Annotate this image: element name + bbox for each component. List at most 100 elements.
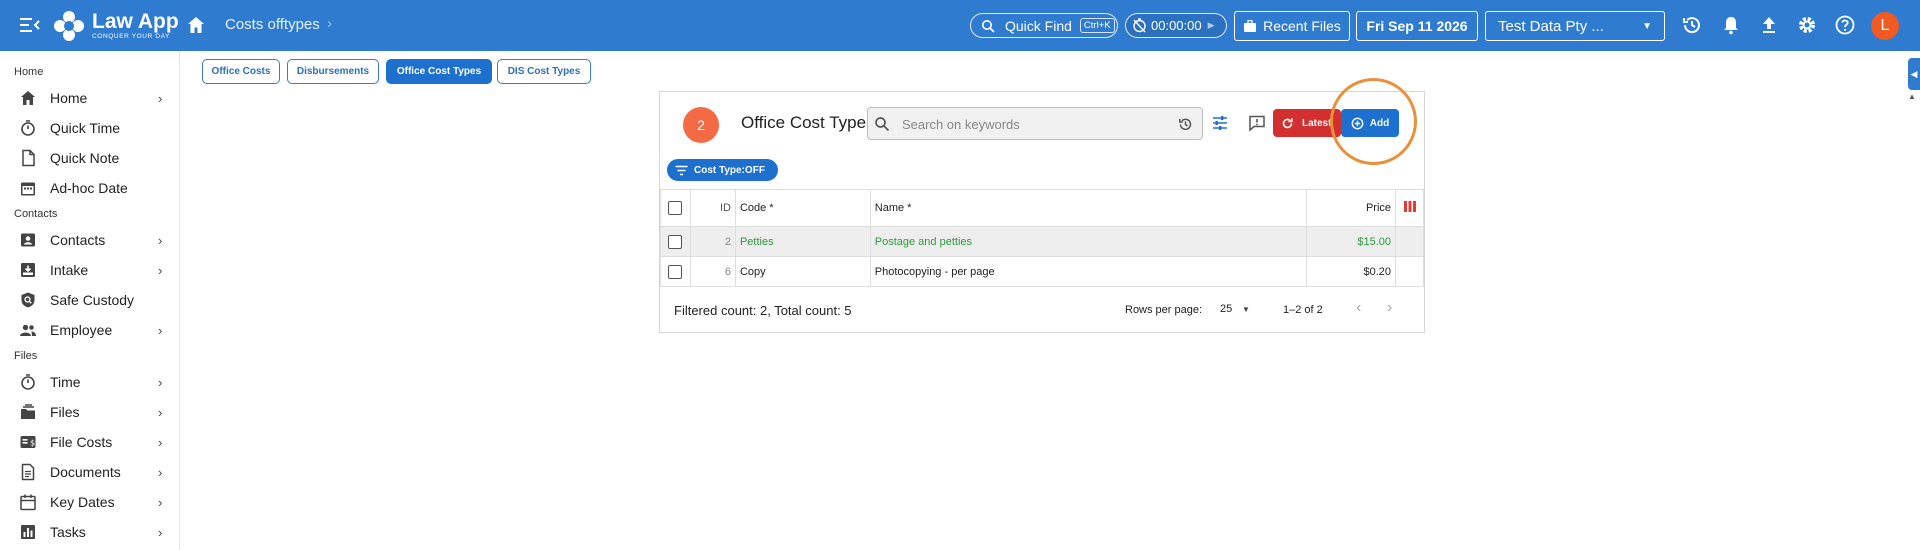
chevron-right-icon: › bbox=[158, 322, 163, 338]
column-header-name[interactable]: Name * bbox=[869, 189, 1308, 227]
sidebar-item-home[interactable]: Home › bbox=[0, 85, 179, 111]
files-icon bbox=[21, 404, 35, 419]
filter-settings-icon[interactable] bbox=[1211, 114, 1229, 132]
refresh-icon bbox=[1282, 117, 1293, 128]
column-chooser-icon[interactable] bbox=[1403, 201, 1416, 212]
avatar[interactable]: L bbox=[1871, 12, 1899, 40]
cost-type-table: ID Code * Name * Price 2 Petties Postage… bbox=[660, 189, 1424, 287]
sidebar-item-label: Quick Time bbox=[50, 120, 121, 136]
column-header-id[interactable]: ID bbox=[689, 189, 736, 227]
entity-select[interactable]: Test Data Pty ... ▼ bbox=[1485, 11, 1665, 41]
sidebar-item-quick-time[interactable]: Quick Time bbox=[0, 115, 179, 141]
upload-icon[interactable] bbox=[1758, 14, 1780, 36]
chevron-right-icon: › bbox=[158, 434, 163, 450]
column-chooser-cell bbox=[1395, 189, 1424, 227]
sidebar-item-employee[interactable]: Employee › bbox=[0, 317, 179, 343]
search-history-icon[interactable] bbox=[1178, 117, 1193, 132]
add-circle-icon bbox=[1351, 117, 1364, 129]
table-header-row: ID Code * Name * Price bbox=[660, 189, 1424, 227]
sidebar-item-time[interactable]: Time › bbox=[0, 369, 179, 395]
date-button[interactable]: Fri Sep 11 2026 bbox=[1356, 11, 1478, 41]
quick-find-shortcut: Ctrl+K bbox=[1079, 18, 1115, 33]
cost-type-filter-chip[interactable]: Cost Type:OFF bbox=[667, 159, 778, 181]
entity-select-value: Test Data Pty ... bbox=[1498, 17, 1604, 35]
sidebar-item-label: Time bbox=[50, 374, 81, 390]
help-icon[interactable] bbox=[1834, 14, 1856, 36]
sidebar-item-contacts[interactable]: Contacts › bbox=[0, 227, 179, 253]
filter-icon bbox=[675, 165, 688, 175]
tab-office-costs[interactable]: Office Costs bbox=[202, 59, 280, 84]
table-row[interactable]: 2 Petties Postage and petties $15.00 bbox=[660, 226, 1424, 257]
sidebar-item-label: Intake bbox=[50, 262, 89, 278]
gear-icon[interactable] bbox=[1796, 14, 1818, 36]
tab-disbursements[interactable]: Disbursements bbox=[287, 59, 379, 84]
latest-button[interactable]: Latest bbox=[1273, 109, 1341, 137]
sidebar-item-label: Safe Custody bbox=[50, 292, 135, 308]
breadcrumb-title: Costs offtypes bbox=[225, 16, 320, 33]
select-all-checkbox[interactable] bbox=[668, 201, 683, 215]
sidebar-item-files[interactable]: Files › bbox=[0, 399, 179, 425]
recent-files-button[interactable]: Recent Files bbox=[1234, 11, 1350, 41]
chevron-right-icon: › bbox=[158, 262, 163, 278]
safe-custody-icon bbox=[21, 292, 35, 308]
column-header-code[interactable]: Code * bbox=[734, 189, 871, 227]
sidebar-item-label: Tasks bbox=[50, 524, 86, 540]
timer-control[interactable]: 00:00:00 ▶ bbox=[1125, 13, 1227, 38]
sidebar-section-files: Files bbox=[14, 350, 38, 362]
sidebar-item-quick-note[interactable]: Quick Note bbox=[0, 145, 179, 171]
home-icon[interactable] bbox=[186, 15, 206, 35]
column-header-price[interactable]: Price bbox=[1306, 189, 1396, 227]
previous-page-icon[interactable]: ‹ bbox=[1356, 299, 1361, 317]
app-logo[interactable]: Law App CONQUER YOUR DAY bbox=[52, 9, 179, 43]
sidebar-item-label: Contacts bbox=[50, 232, 106, 248]
tab-dis-cost-types[interactable]: DIS Cost Types bbox=[497, 59, 591, 84]
menu-collapse-icon[interactable] bbox=[20, 16, 40, 34]
sidebar-item-label: Key Dates bbox=[50, 494, 115, 510]
document-icon bbox=[21, 463, 35, 481]
sidebar-item-label: Ad-hoc Date bbox=[50, 180, 128, 196]
caret-down-icon[interactable]: ▼ bbox=[1242, 305, 1250, 314]
sidebar-item-label: File Costs bbox=[50, 434, 113, 450]
briefcase-icon bbox=[1244, 19, 1257, 32]
record-count-badge: 2 bbox=[683, 107, 719, 143]
sidebar-item-ad-hoc-date[interactable]: Ad-hoc Date bbox=[0, 175, 179, 201]
sidebar: Home Home › Quick Time Quick Note Ad-hoc… bbox=[0, 51, 180, 550]
sidebar-item-label: Files bbox=[50, 404, 80, 420]
sidebar-item-safe-custody[interactable]: Safe Custody bbox=[0, 287, 179, 313]
sidebar-item-file-costs[interactable]: $ File Costs › bbox=[0, 429, 179, 455]
rows-per-page-label: Rows per page: bbox=[1125, 304, 1203, 316]
sidebar-item-key-dates[interactable]: Key Dates › bbox=[0, 489, 179, 515]
search-input[interactable] bbox=[902, 114, 1162, 134]
cell-price: $15.00 bbox=[1306, 226, 1396, 257]
bell-icon[interactable] bbox=[1720, 14, 1742, 36]
next-page-icon[interactable]: › bbox=[1387, 299, 1392, 317]
search-icon bbox=[982, 19, 995, 33]
top-app-bar: Law App CONQUER YOUR DAY Costs offtypes … bbox=[0, 0, 1920, 51]
row-checkbox[interactable] bbox=[668, 264, 683, 279]
intake-icon bbox=[21, 263, 35, 277]
chart-icon bbox=[21, 525, 35, 539]
sidebar-item-intake[interactable]: Intake › bbox=[0, 257, 179, 283]
quick-find-button[interactable]: Quick Find Ctrl+K bbox=[970, 13, 1118, 38]
sidebar-section-contacts: Contacts bbox=[14, 208, 58, 220]
table-row[interactable]: 6 Copy Photocopying - per page $0.20 bbox=[660, 256, 1424, 287]
svg-text:$: $ bbox=[30, 439, 35, 448]
panel-title: Office Cost Type bbox=[741, 113, 867, 132]
add-button[interactable]: Add bbox=[1341, 109, 1399, 137]
calendar-icon bbox=[21, 182, 35, 196]
row-checkbox[interactable] bbox=[668, 234, 683, 249]
money-icon: $ bbox=[20, 436, 36, 448]
home-icon bbox=[21, 91, 35, 105]
sidebar-item-documents[interactable]: Documents › bbox=[0, 459, 179, 485]
scroll-up-icon[interactable]: ▲ bbox=[1908, 92, 1916, 101]
play-icon[interactable]: ▶ bbox=[1208, 20, 1215, 31]
cell-name: Postage and petties bbox=[869, 226, 1308, 257]
tab-office-cost-types[interactable]: Office Cost Types bbox=[386, 59, 492, 84]
sidebar-item-tasks[interactable]: Tasks › bbox=[0, 519, 179, 545]
rows-per-page-select[interactable]: 25 bbox=[1220, 303, 1232, 315]
feedback-icon[interactable] bbox=[1248, 114, 1266, 132]
history-icon[interactable] bbox=[1681, 14, 1703, 36]
recent-files-label: Recent Files bbox=[1263, 18, 1341, 34]
chevron-right-icon: › bbox=[158, 404, 163, 420]
side-panel-toggle-icon[interactable]: ◀ bbox=[1908, 58, 1920, 90]
